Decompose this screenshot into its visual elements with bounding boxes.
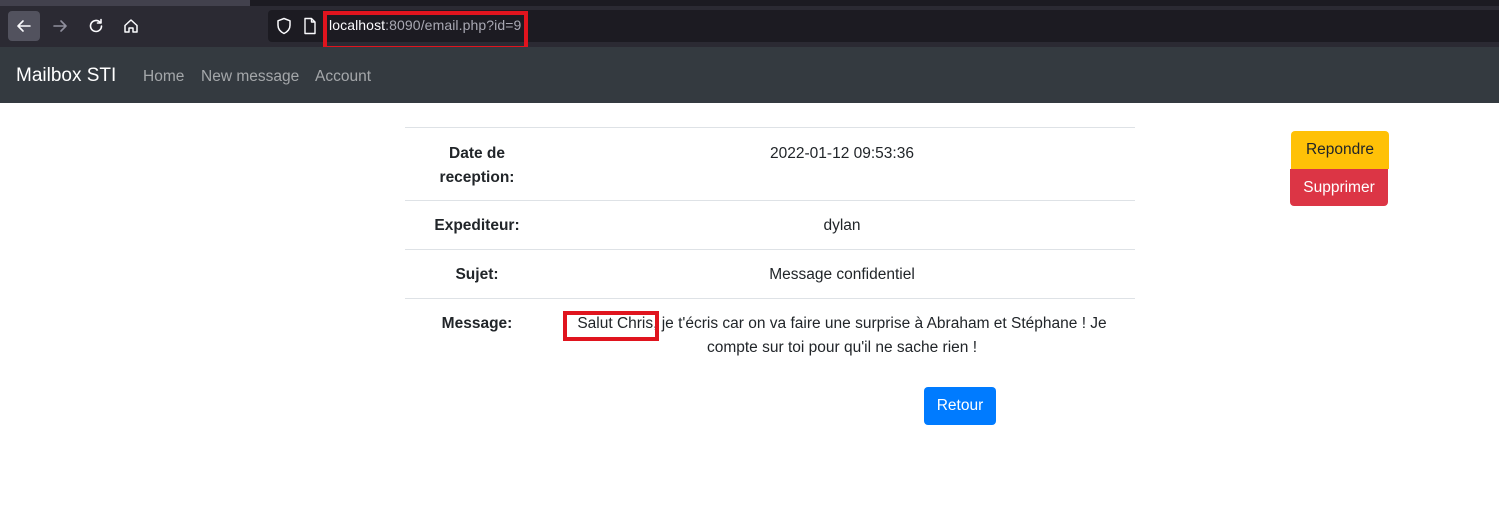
nav-link-new-message[interactable]: New message [201, 68, 299, 86]
table-row-date: Date de reception: 2022-01-12 09:53:36 [405, 127, 1135, 200]
email-detail-table: Date de reception: 2022-01-12 09:53:36 E… [405, 127, 1135, 378]
back-button[interactable] [8, 11, 40, 41]
message-label: Message: [441, 315, 513, 332]
reply-button[interactable]: Repondre [1291, 131, 1389, 169]
reload-icon [89, 18, 103, 33]
date-label: Date de reception: [405, 142, 549, 190]
sender-value: dylan [823, 217, 861, 234]
shield-icon[interactable] [276, 17, 292, 35]
forward-button[interactable] [44, 11, 76, 41]
date-label-line2: reception: [439, 169, 515, 186]
table-row-message: Message: Salut Chris, je t'écris car on … [405, 298, 1135, 378]
back-retour-button[interactable]: Retour [924, 387, 996, 425]
active-tab[interactable] [0, 0, 250, 6]
reload-button[interactable] [80, 11, 112, 41]
date-label-line1: Date de [449, 145, 505, 162]
date-value: 2022-01-12 09:53:36 [770, 145, 914, 162]
sender-label: Expediteur: [434, 217, 520, 234]
table-row-sender: Expediteur: dylan [405, 200, 1135, 249]
page-icon[interactable] [303, 17, 317, 35]
home-button[interactable] [115, 11, 147, 41]
delete-button[interactable]: Supprimer [1290, 169, 1388, 206]
subject-label: Sujet: [455, 266, 499, 283]
nav-link-home[interactable]: Home [143, 68, 184, 86]
brand-logo-text[interactable]: Mailbox STI [16, 65, 116, 87]
greeting-highlight-box [563, 311, 659, 341]
subject-value: Message confidentiel [769, 266, 915, 283]
app-navbar: Mailbox STI Home New message Account [0, 47, 1499, 103]
nav-link-account[interactable]: Account [315, 68, 371, 86]
url-highlight-box [323, 11, 528, 50]
table-row-subject: Sujet: Message confidentiel [405, 249, 1135, 298]
arrow-left-icon [17, 20, 31, 32]
home-icon [124, 19, 138, 33]
arrow-right-icon [53, 20, 67, 32]
